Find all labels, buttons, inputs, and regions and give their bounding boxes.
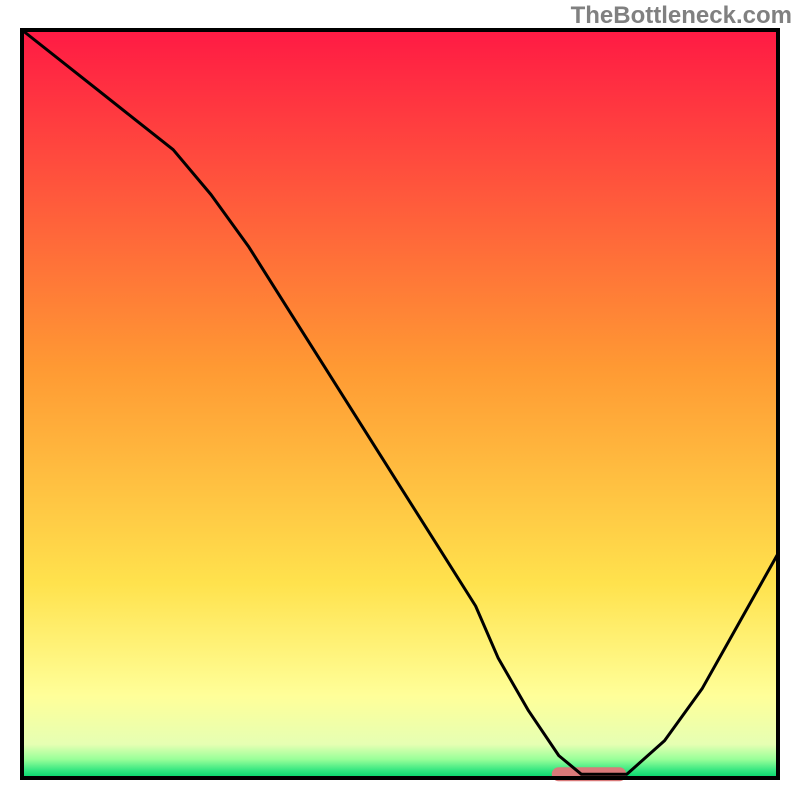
plot-background: [22, 30, 778, 778]
chart-container: TheBottleneck.com: [0, 0, 800, 800]
bottleneck-chart: [0, 0, 800, 800]
watermark-text: TheBottleneck.com: [571, 2, 792, 30]
